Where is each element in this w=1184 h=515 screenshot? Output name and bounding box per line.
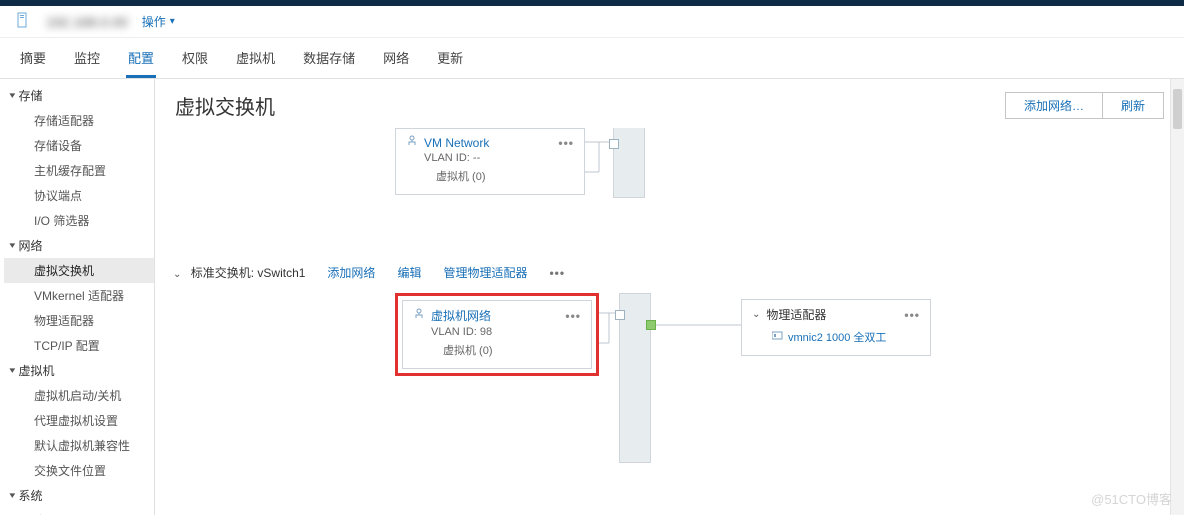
nic-label: vmnic2 1000 全双工 bbox=[788, 329, 886, 345]
vswitch1-header: ⌄ 标准交换机: vSwitch1 添加网络 编辑 管理物理适配器 ••• bbox=[155, 264, 1164, 293]
sidebar-item[interactable]: 物理适配器 bbox=[4, 308, 154, 333]
sidebar-item[interactable]: 代理虚拟机设置 bbox=[4, 408, 154, 433]
page-title: 虚拟交换机 bbox=[175, 91, 275, 120]
tab-datastores[interactable]: 数据存储 bbox=[301, 38, 357, 78]
portgroup-vm-network[interactable]: VM Network ••• VLAN ID: -- 虚拟机 (0) bbox=[395, 128, 585, 195]
watermark: @51CTO博客 bbox=[1091, 489, 1172, 508]
vswitch0-block: VM Network ••• VLAN ID: -- 虚拟机 (0) bbox=[155, 128, 1164, 238]
connector-line bbox=[651, 317, 741, 357]
add-networking-button[interactable]: 添加网络… bbox=[1005, 92, 1103, 119]
tab-bar: 摘要 监控 配置 权限 虚拟机 数据存储 网络 更新 bbox=[0, 38, 1184, 79]
actions-label: 操作 bbox=[142, 13, 166, 30]
caret-down-icon: ▾ bbox=[9, 365, 15, 376]
sidebar-item[interactable]: 交换文件位置 bbox=[4, 458, 154, 483]
vswitch1-bus bbox=[619, 293, 651, 463]
sidebar-item[interactable]: 存储适配器 bbox=[4, 108, 154, 133]
cat-networking[interactable]: ▾网络 bbox=[4, 233, 154, 258]
switch-port-icon bbox=[615, 310, 625, 320]
highlighted-portgroup: 虚拟机网络 ••• VLAN ID: 98 虚拟机 (0) bbox=[395, 293, 599, 376]
page-actions: 添加网络… 刷新 bbox=[1006, 92, 1164, 119]
more-icon[interactable]: ••• bbox=[565, 309, 581, 323]
sidebar-item[interactable]: 默认虚拟机兼容性 bbox=[4, 433, 154, 458]
connector-line bbox=[585, 128, 613, 192]
object-header: 192.168.0.00 操作 ▾ bbox=[0, 6, 1184, 38]
switch-canvas: VM Network ••• VLAN ID: -- 虚拟机 (0) bbox=[155, 128, 1184, 515]
sidebar-item[interactable]: 主机缓存配置 bbox=[4, 158, 154, 183]
nic-icon bbox=[772, 331, 784, 344]
sidebar-item-virtual-switches[interactable]: 虚拟交换机 bbox=[4, 258, 154, 283]
config-sidebar[interactable]: ▾存储 存储适配器 存储设备 主机缓存配置 协议端点 I/O 筛选器 ▾网络 虚… bbox=[0, 79, 155, 515]
connector-line bbox=[599, 293, 619, 363]
vswitch1-block: ⌄ 标准交换机: vSwitch1 添加网络 编辑 管理物理适配器 ••• bbox=[155, 264, 1164, 463]
more-icon[interactable]: ••• bbox=[558, 136, 574, 150]
tab-permissions[interactable]: 权限 bbox=[180, 38, 210, 78]
main-pane: 虚拟交换机 添加网络… 刷新 VM Network ••• bbox=[155, 79, 1184, 515]
vm-count: 虚拟机 (0) bbox=[406, 164, 574, 184]
chevron-down-icon[interactable]: ⌄ bbox=[752, 309, 760, 320]
tab-networks[interactable]: 网络 bbox=[381, 38, 411, 78]
sidebar-item[interactable]: TCP/IP 配置 bbox=[4, 333, 154, 358]
vlan-id: VLAN ID: 98 bbox=[413, 324, 581, 338]
caret-down-icon: ▾ bbox=[9, 240, 15, 251]
sidebar-item[interactable]: I/O 筛选器 bbox=[4, 208, 154, 233]
nic-row[interactable]: vmnic2 1000 全双工 bbox=[752, 327, 920, 345]
switch-port-icon bbox=[609, 139, 619, 149]
vswitch-manage-physical[interactable]: 管理物理适配器 bbox=[443, 264, 527, 281]
tab-vms[interactable]: 虚拟机 bbox=[234, 38, 277, 78]
cat-vm[interactable]: ▾虚拟机 bbox=[4, 358, 154, 383]
tab-monitor[interactable]: 监控 bbox=[72, 38, 102, 78]
vlan-id: VLAN ID: -- bbox=[406, 150, 574, 164]
vswitch-edit[interactable]: 编辑 bbox=[397, 264, 421, 281]
more-icon[interactable]: ••• bbox=[904, 308, 920, 322]
sidebar-item[interactable]: 虚拟机启动/关机 bbox=[4, 383, 154, 408]
cat-system[interactable]: ▾系统 bbox=[4, 483, 154, 508]
caret-down-icon: ▾ bbox=[9, 490, 15, 501]
vm-count: 虚拟机 (0) bbox=[413, 338, 581, 358]
chevron-down-icon: ▾ bbox=[170, 16, 175, 27]
cat-storage[interactable]: ▾存储 bbox=[4, 83, 154, 108]
caret-down-icon: ▾ bbox=[9, 90, 15, 101]
portgroup-icon bbox=[413, 308, 425, 323]
sidebar-item[interactable]: 协议端点 bbox=[4, 183, 154, 208]
sidebar-item[interactable]: VMkernel 适配器 bbox=[4, 283, 154, 308]
tab-configure[interactable]: 配置 bbox=[126, 38, 156, 78]
actions-menu[interactable]: 操作 ▾ bbox=[142, 13, 175, 30]
scroll-thumb[interactable] bbox=[1173, 89, 1182, 129]
sidebar-item[interactable]: 存储设备 bbox=[4, 133, 154, 158]
host-icon bbox=[16, 12, 32, 31]
portgroup-icon bbox=[406, 135, 418, 150]
vswitch-add-networking[interactable]: 添加网络 bbox=[327, 264, 375, 281]
portgroup-name: VM Network bbox=[424, 136, 489, 150]
vswitch0-bus bbox=[613, 128, 645, 198]
vswitch1-name: 标准交换机: vSwitch1 bbox=[191, 266, 306, 280]
physical-adapters-title: 物理适配器 bbox=[766, 306, 826, 323]
portgroup-vm-network-cn[interactable]: 虚拟机网络 ••• VLAN ID: 98 虚拟机 (0) bbox=[402, 300, 592, 369]
more-icon[interactable]: ••• bbox=[549, 266, 565, 280]
physical-adapters-card[interactable]: ⌄ 物理适配器 ••• vmnic2 1000 全双工 bbox=[741, 299, 931, 356]
chevron-down-icon[interactable]: ⌄ bbox=[173, 269, 181, 280]
vertical-scrollbar[interactable] bbox=[1170, 79, 1184, 515]
uplink-port-icon bbox=[646, 320, 656, 330]
portgroup-name: 虚拟机网络 bbox=[431, 307, 491, 324]
host-name: 192.168.0.00 bbox=[46, 14, 128, 30]
tab-summary[interactable]: 摘要 bbox=[18, 38, 48, 78]
refresh-button[interactable]: 刷新 bbox=[1102, 92, 1164, 119]
tab-updates[interactable]: 更新 bbox=[435, 38, 465, 78]
